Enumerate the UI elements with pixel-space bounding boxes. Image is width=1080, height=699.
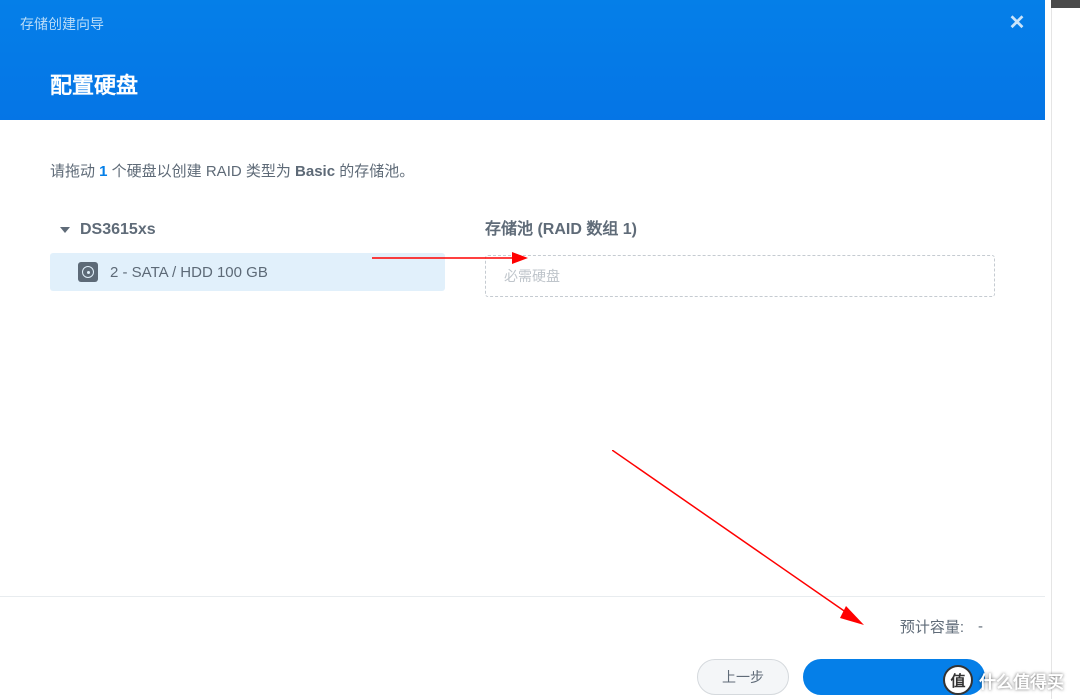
drop-zone-placeholder: 必需硬盘 [504, 268, 560, 284]
device-name: DS3615xs [80, 221, 156, 239]
annotation-arrow-icon [612, 450, 872, 640]
hdd-icon [78, 262, 98, 282]
pool-drop-zone[interactable]: 必需硬盘 [485, 255, 995, 297]
caret-down-icon [60, 227, 70, 233]
source-disks-panel: DS3615xs 2 - SATA / HDD 100 GB [50, 215, 445, 297]
prev-button[interactable]: 上一步 [697, 659, 789, 695]
wizard-content: 请拖动 1 个硬盘以创建 RAID 类型为 Basic 的存储池。 DS3615… [0, 120, 1045, 297]
instruction-prefix: 请拖动 [50, 163, 99, 180]
instruction-suffix: 的存储池。 [335, 163, 414, 180]
pool-title: 存储池 (RAID 数组 1) [485, 215, 995, 239]
instruction-type: Basic [295, 163, 335, 180]
columns: DS3615xs 2 - SATA / HDD 100 GB 存储池 (RAID… [50, 215, 995, 297]
instruction-mid: 个硬盘以创建 RAID 类型为 [108, 163, 296, 180]
storage-wizard: 存储创建向导 配置硬盘 ✕ 请拖动 1 个硬盘以创建 RAID 类型为 Basi… [0, 0, 1045, 699]
capacity-row: 预计容量: - [900, 616, 983, 637]
capacity-label: 预计容量: [900, 616, 964, 637]
device-tree-node[interactable]: DS3615xs [50, 215, 445, 245]
instruction-text: 请拖动 1 个硬盘以创建 RAID 类型为 Basic 的存储池。 [50, 160, 995, 181]
close-icon[interactable]: ✕ [1007, 12, 1027, 32]
watermark: 值 什么值得买 [943, 665, 1064, 695]
capacity-value: - [978, 618, 983, 635]
button-row: 上一步 [697, 659, 985, 695]
wizard-header: 存储创建向导 配置硬盘 ✕ [0, 0, 1045, 120]
watermark-text: 什么值得买 [979, 668, 1064, 693]
divider [0, 596, 1045, 597]
watermark-badge: 值 [943, 665, 973, 695]
instruction-count: 1 [99, 163, 107, 180]
page-title: 配置硬盘 [50, 68, 1025, 100]
disk-label: 2 - SATA / HDD 100 GB [110, 264, 268, 281]
disk-item[interactable]: 2 - SATA / HDD 100 GB [50, 253, 445, 291]
pool-panel: 存储池 (RAID 数组 1) 必需硬盘 [485, 215, 995, 297]
right-edge [1051, 0, 1080, 699]
wizard-breadcrumb: 存储创建向导 [20, 14, 1025, 34]
right-edge-top [1051, 0, 1080, 8]
